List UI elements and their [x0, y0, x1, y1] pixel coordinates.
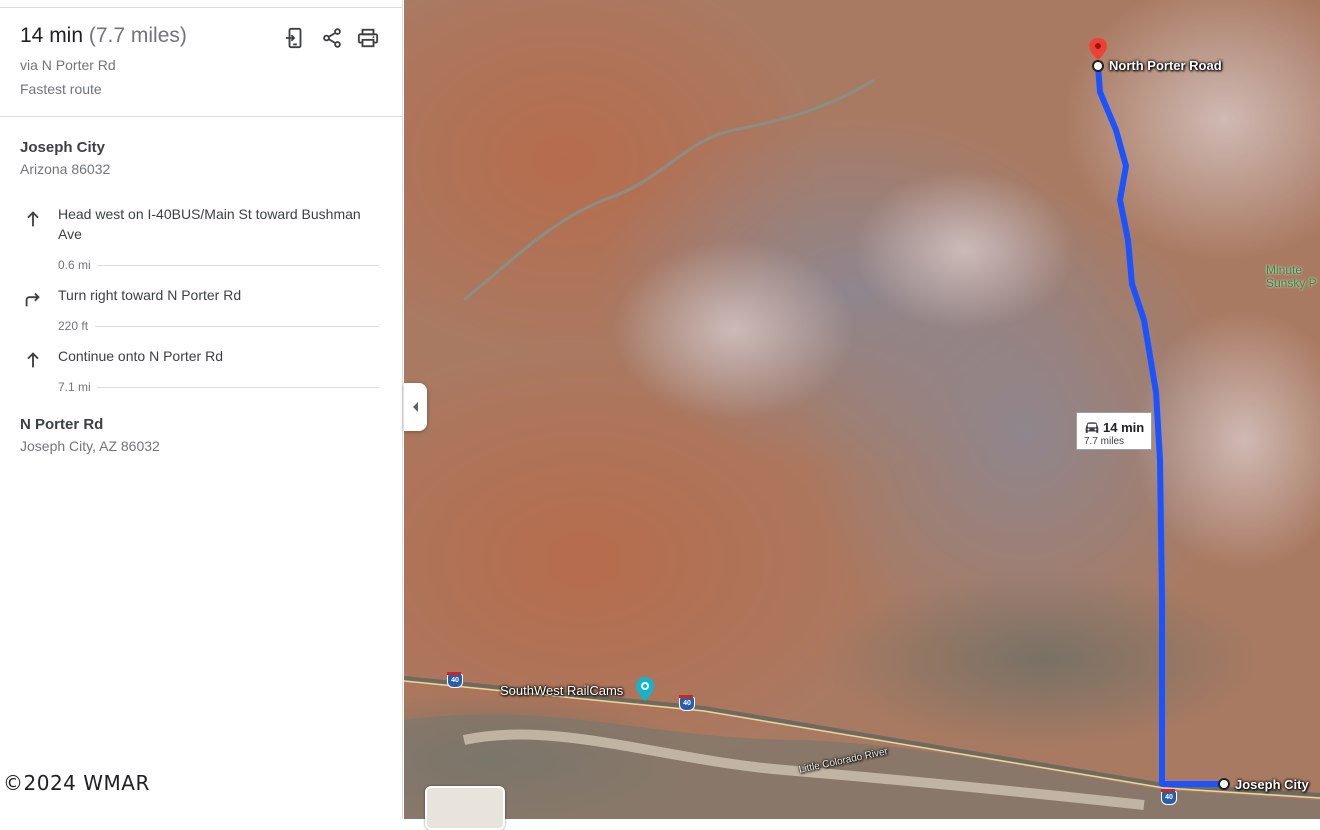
park-map-label[interactable]: Minute Sunsky P — [1266, 264, 1317, 290]
destination-map-label[interactable]: North Porter Road — [1109, 58, 1222, 73]
step-3-instruction[interactable]: Continue onto N Porter Rd — [58, 346, 368, 366]
print-button[interactable] — [354, 24, 382, 52]
print-icon — [357, 28, 379, 48]
arrow-straight-icon — [22, 208, 44, 230]
step-1-divider — [97, 265, 379, 266]
copyright-watermark: ©2024 WMAR — [3, 771, 150, 795]
step-1-distance: 0.6 mi — [58, 258, 91, 272]
origin-name: Joseph City — [20, 139, 106, 156]
step-3-divider — [97, 387, 379, 388]
turn-right-icon — [22, 288, 44, 310]
directions-panel: 14 min (7.7 miles) via N Porter Rd Faste… — [0, 0, 403, 819]
route-callout-distance: 7.7 miles — [1084, 436, 1125, 447]
origin-address: Arizona 86032 — [20, 161, 111, 177]
destination-pin-icon[interactable] — [1087, 36, 1109, 74]
step-2-divider — [95, 326, 379, 327]
send-to-phone-button[interactable] — [281, 24, 309, 52]
share-button[interactable] — [318, 24, 346, 52]
step-3-distance: 7.1 mi — [58, 380, 91, 394]
step-2-distance: 220 ft — [58, 319, 89, 333]
route-callout-time: 14 min — [1103, 420, 1145, 435]
route-duration: 14 min — [20, 24, 84, 47]
destination-name: N Porter Rd — [20, 416, 104, 433]
route-distance: (7.7 miles) — [88, 24, 187, 47]
interstate-shield: 40 — [1161, 789, 1177, 805]
send-to-phone-icon — [285, 27, 302, 49]
chevron-left-icon — [412, 402, 418, 412]
collapse-panel-button[interactable] — [404, 383, 427, 431]
origin-map-label[interactable]: Joseph City — [1235, 777, 1309, 792]
summary-divider — [0, 116, 403, 117]
interstate-shield: 40 — [679, 695, 695, 711]
poi-map-label[interactable]: SouthWest RailCams — [500, 683, 623, 698]
route-note: Fastest route — [20, 81, 102, 97]
route-summary-time: 14 min (7.7 miles) — [20, 24, 187, 48]
camera-poi-icon[interactable] — [635, 676, 655, 702]
share-icon — [323, 28, 341, 48]
route-via: via N Porter Rd — [20, 57, 116, 73]
top-divider — [0, 7, 403, 8]
origin-marker-icon[interactable] — [1217, 777, 1231, 791]
interstate-shield: 40 — [447, 672, 463, 688]
layer-toggle-thumbnail[interactable] — [425, 786, 505, 830]
step-1-instruction[interactable]: Head west on I-40BUS/Main St toward Bush… — [58, 204, 368, 244]
step-2-instruction[interactable]: Turn right toward N Porter Rd — [58, 285, 368, 305]
arrow-straight-icon — [22, 349, 44, 371]
car-icon — [1085, 422, 1099, 433]
park-label-line2: Sunsky P — [1266, 276, 1317, 290]
destination-address: Joseph City, AZ 86032 — [20, 438, 160, 454]
route-info-callout[interactable]: 14 min 7.7 miles — [1076, 412, 1152, 450]
